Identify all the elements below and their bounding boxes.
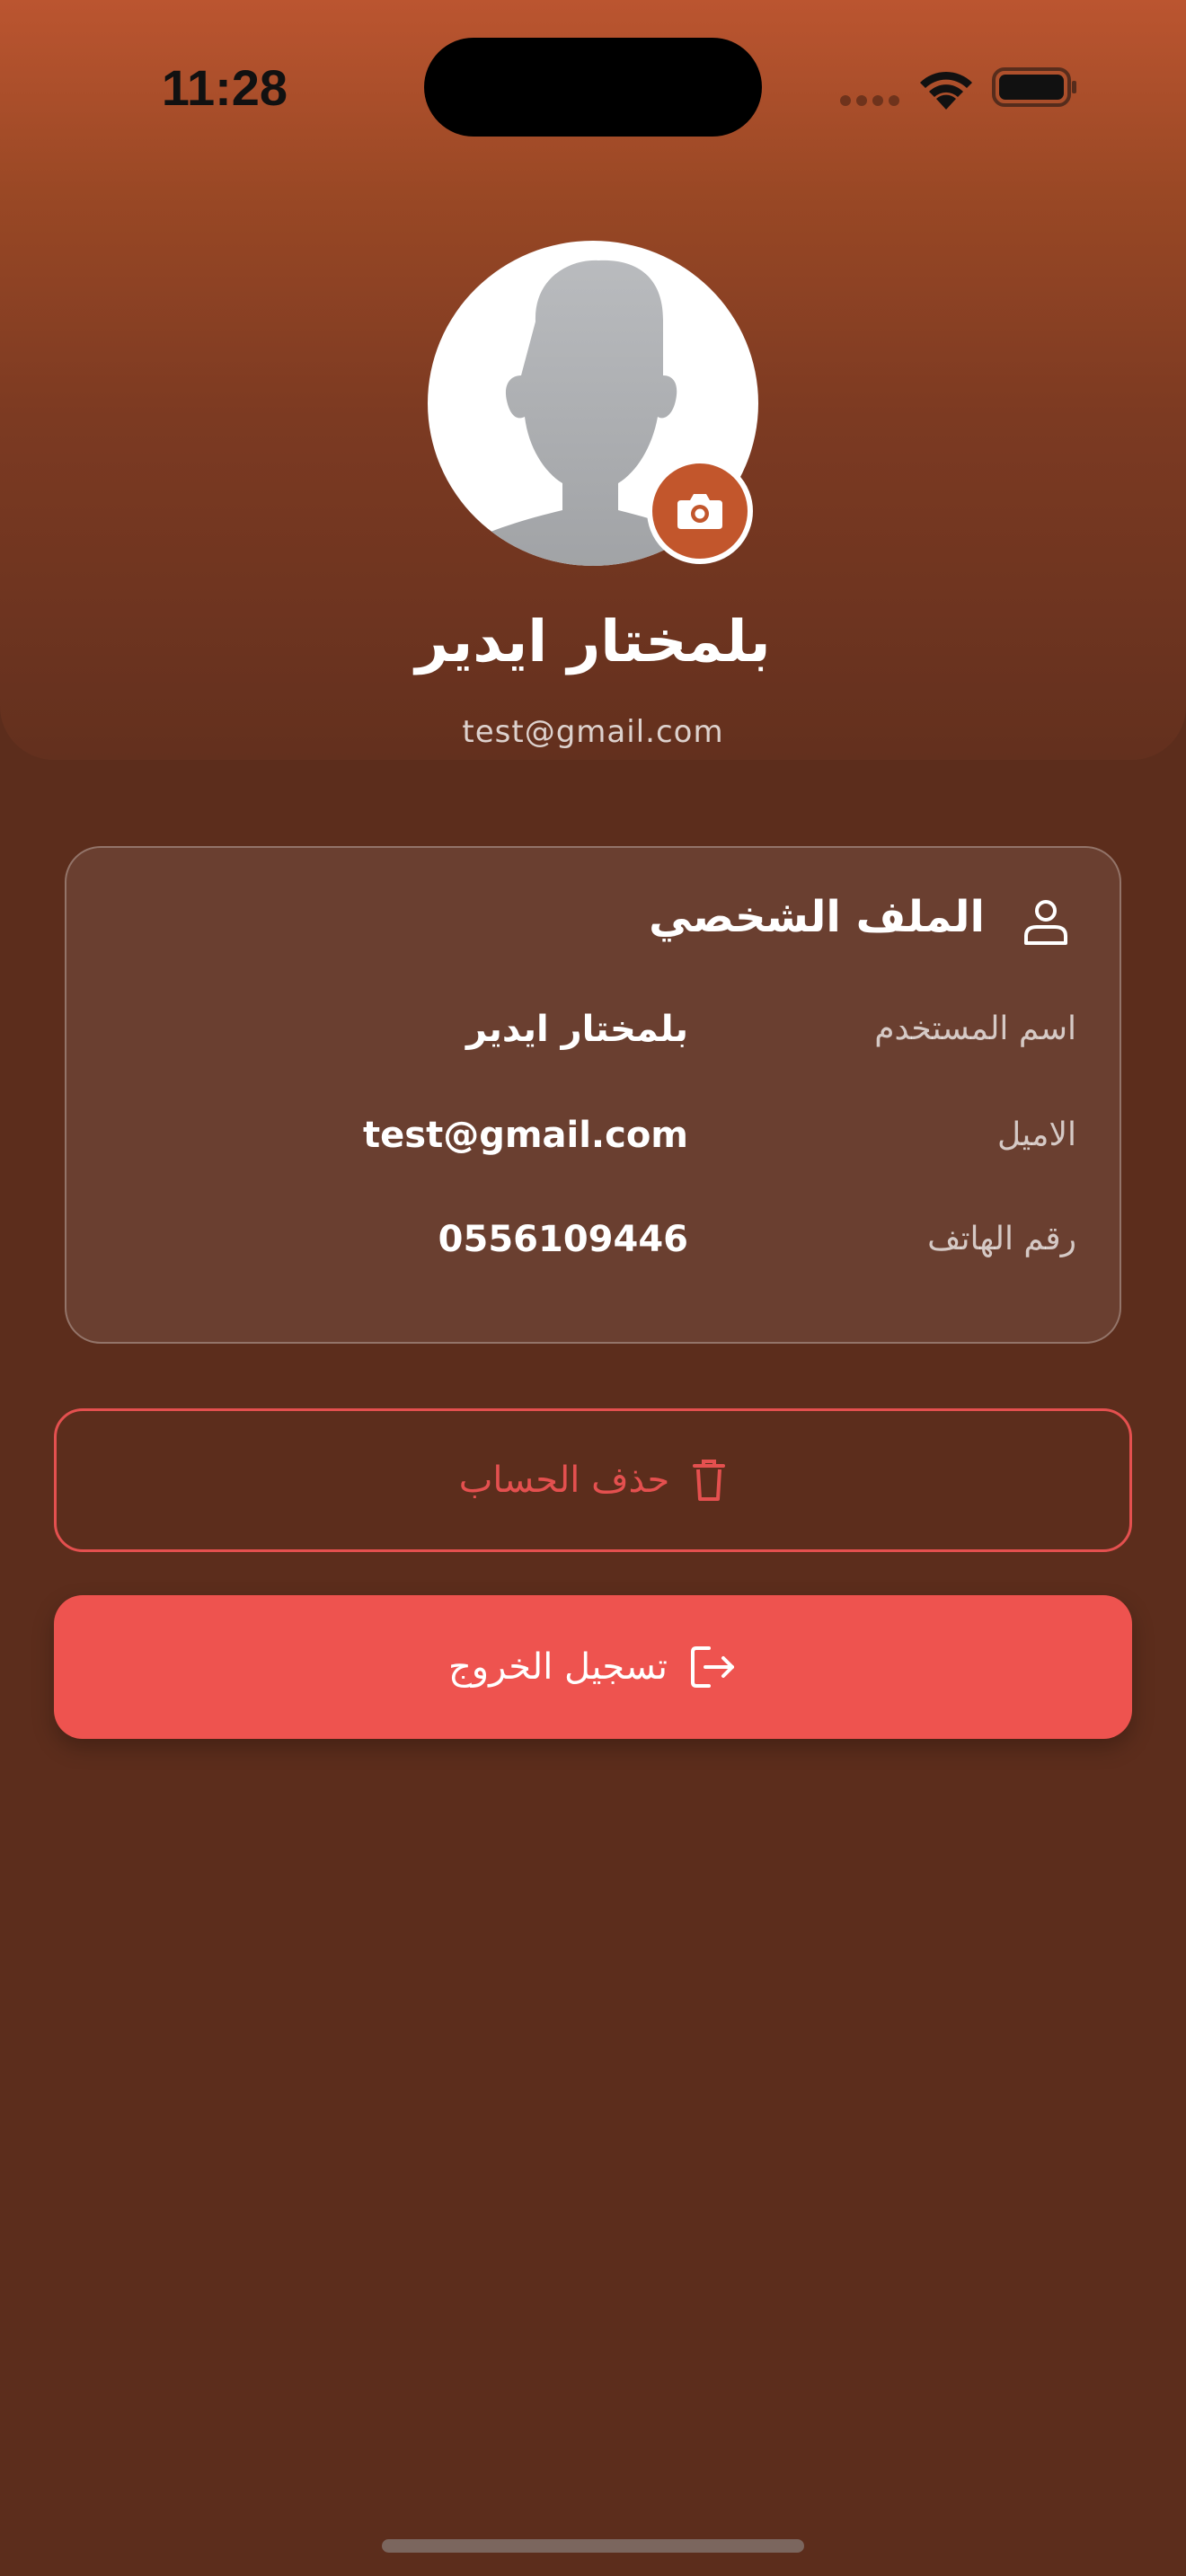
battery-icon (992, 67, 1076, 107)
dynamic-island (424, 38, 762, 137)
wifi-icon (920, 71, 972, 110)
email-label: الاميل (997, 1116, 1076, 1153)
logout-label: تسجيل الخروج (447, 1646, 668, 1688)
profile-email: test@gmail.com (462, 714, 724, 750)
phone-value: 0556109446 (438, 1219, 688, 1260)
logout-button[interactable]: تسجيل الخروج (54, 1595, 1132, 1739)
card-title: الملف الشخصي (649, 892, 985, 942)
delete-account-button[interactable]: حذف الحساب (54, 1408, 1132, 1552)
trash-icon (693, 1460, 726, 1501)
profile-info-card: الملف الشخصي اسم المستخدم بلمختار ايدير … (65, 846, 1121, 1344)
camera-icon (677, 494, 722, 529)
logout-icon (691, 1646, 735, 1688)
cellular-dots-icon (840, 95, 903, 108)
delete-account-label: حذف الحساب (458, 1460, 670, 1501)
profile-name: بلمختار ايدير (415, 609, 771, 675)
username-label: اسم المستخدم (874, 1010, 1076, 1047)
change-photo-button[interactable] (647, 458, 753, 564)
phone-label: رقم الهاتف (927, 1221, 1076, 1257)
person-icon (1024, 900, 1067, 945)
status-time: 11:28 (161, 59, 288, 116)
email-value: test@gmail.com (363, 1115, 688, 1156)
username-value: بلمختار ايدير (465, 1009, 688, 1050)
home-indicator[interactable] (382, 2539, 804, 2553)
profile-screen: 11:28 بلمختار ايدير test@gmail.com الملف… (0, 0, 1186, 2576)
